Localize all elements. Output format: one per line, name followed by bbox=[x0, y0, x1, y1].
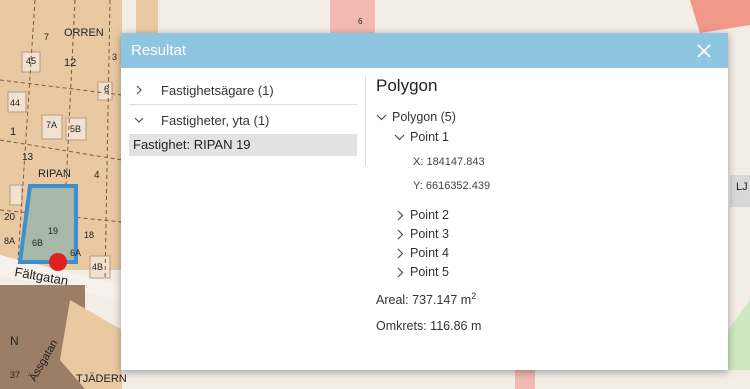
chevron-down-icon bbox=[394, 132, 405, 143]
area-text: Areal: 737.147 m bbox=[376, 293, 472, 308]
map-label: 4B bbox=[92, 262, 103, 272]
point-3-node[interactable]: Point 3 bbox=[394, 227, 718, 241]
selected-result-item[interactable]: Fastighet: RIPAN 19 bbox=[129, 134, 357, 156]
map-label: 6A bbox=[70, 248, 81, 258]
map-label: 6 bbox=[104, 84, 109, 94]
polygon-label: Polygon (5) bbox=[392, 110, 456, 124]
point-label: Point 4 bbox=[410, 246, 449, 260]
map-label: 3 bbox=[112, 52, 117, 62]
dialog-title: Resultat bbox=[131, 42, 187, 59]
map-label: 1 bbox=[10, 126, 16, 138]
polygon-node[interactable]: Polygon (5) bbox=[376, 110, 718, 124]
tree-group-fastigheter-yta[interactable]: Fastigheter, yta (1) bbox=[129, 108, 357, 132]
map-label: 4 bbox=[94, 170, 100, 181]
chevron-right-icon bbox=[394, 210, 405, 221]
point-4-node[interactable]: Point 4 bbox=[394, 246, 718, 260]
map-label: 6B bbox=[32, 238, 43, 248]
map-label: RIPAN bbox=[38, 168, 71, 180]
map-label: 7A bbox=[46, 120, 57, 130]
details-title: Polygon bbox=[376, 76, 438, 95]
map-label: ORREN bbox=[64, 27, 104, 39]
result-tree: Fastighetsägare (1) Fastigheter, yta (1)… bbox=[129, 78, 357, 156]
map-label: 5B bbox=[70, 124, 81, 134]
chevron-down-icon bbox=[376, 112, 387, 123]
map-label: 44 bbox=[10, 98, 20, 108]
chevron-down-icon bbox=[129, 116, 149, 124]
tree-group-fastighetsagare[interactable]: Fastighetsägare (1) bbox=[129, 78, 357, 102]
divider bbox=[129, 104, 357, 105]
map-label: 18 bbox=[84, 230, 94, 240]
x-coordinate: X: 184147.843 bbox=[413, 156, 485, 168]
area-unit-superscript: 2 bbox=[471, 291, 477, 301]
pane-divider bbox=[365, 76, 366, 166]
area-value: Areal: 737.147 m2 bbox=[376, 291, 718, 307]
map-label: 7 bbox=[44, 32, 49, 42]
tree-group-label: Fastighetsägare (1) bbox=[161, 82, 274, 98]
parcel-area bbox=[0, 0, 123, 389]
point-5-node[interactable]: Point 5 bbox=[394, 265, 718, 279]
map-label: 20 bbox=[4, 212, 16, 223]
map-label: N bbox=[10, 334, 19, 348]
map-label: 19 bbox=[48, 226, 58, 236]
point-label: Point 1 bbox=[410, 130, 449, 144]
map-label: 45 bbox=[26, 56, 36, 66]
map-label: 37 bbox=[10, 370, 20, 380]
tree-group-label: Fastigheter, yta (1) bbox=[161, 112, 270, 128]
point-2-node[interactable]: Point 2 bbox=[394, 208, 718, 222]
perimeter-value: Omkrets: 116.86 m bbox=[376, 319, 482, 334]
map-label: TJÄDERN bbox=[76, 373, 127, 385]
point-label: Point 5 bbox=[410, 265, 449, 279]
close-button[interactable] bbox=[690, 37, 718, 65]
map-label: 8A bbox=[4, 236, 15, 246]
point-label: Point 2 bbox=[410, 208, 449, 222]
chevron-right-icon bbox=[129, 85, 149, 95]
map-label: 13 bbox=[22, 152, 34, 163]
y-coordinate: Y: 6616352.439 bbox=[413, 180, 491, 192]
result-dialog: Resultat Fastighetsägare (1) Fastigheter… bbox=[121, 33, 728, 370]
map-label: 6 bbox=[358, 17, 363, 26]
point-label: Point 3 bbox=[410, 227, 449, 241]
map-label: 12 bbox=[64, 57, 76, 69]
chevron-right-icon bbox=[394, 248, 405, 259]
dialog-header: Resultat bbox=[121, 33, 728, 68]
map-label: LJ bbox=[736, 181, 748, 193]
point-1-node[interactable]: Point 1 bbox=[394, 130, 718, 144]
close-icon bbox=[697, 43, 711, 58]
geometry-details: Polygon Polygon (5) Point 1 X: 184147.84… bbox=[376, 76, 718, 333]
chevron-right-icon bbox=[394, 267, 405, 278]
chevron-right-icon bbox=[394, 229, 405, 240]
